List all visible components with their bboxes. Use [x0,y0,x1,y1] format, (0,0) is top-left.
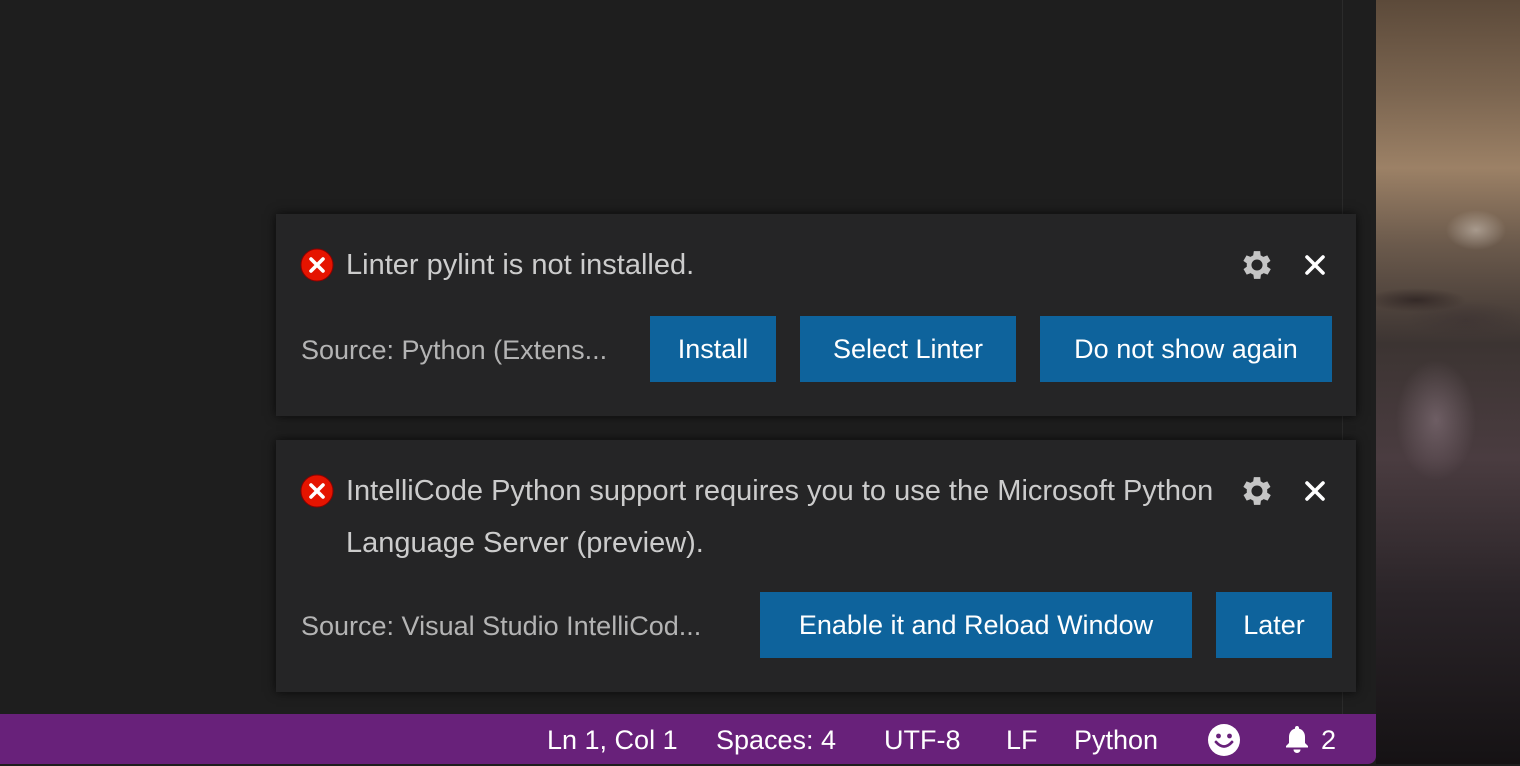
notification-message: Linter pylint is not installed. [346,249,695,281]
install-button[interactable]: Install [650,316,776,382]
gear-icon[interactable] [1238,472,1276,510]
error-icon [300,474,334,508]
notification-toast-intellicode: IntelliCode Python support requires you … [276,440,1356,692]
notification-message: IntelliCode Python support requires you … [346,475,1214,559]
end-of-line-sequence[interactable]: LF [1006,714,1038,764]
desktop-wallpaper [1376,0,1520,764]
indentation-setting[interactable]: Spaces: 4 [716,714,836,764]
do-not-show-again-button[interactable]: Do not show again [1040,316,1332,382]
notification-count: 2 [1321,725,1337,755]
select-linter-button[interactable]: Select Linter [800,316,1016,382]
file-encoding[interactable]: UTF-8 [884,714,961,764]
close-icon[interactable] [1298,474,1332,508]
gear-icon[interactable] [1238,246,1276,284]
notification-source: Source: Python (Extens... [301,335,608,365]
bell-icon [1286,726,1308,753]
status-bar: Ln 1, Col 1 Spaces: 4 UTF-8 LF Python 2 [0,714,1376,764]
smiley-icon[interactable] [1207,723,1241,757]
later-button[interactable]: Later [1216,592,1332,658]
close-icon[interactable] [1298,248,1332,282]
enable-and-reload-button[interactable]: Enable it and Reload Window [760,592,1192,658]
error-icon [300,248,334,282]
cursor-position[interactable]: Ln 1, Col 1 [547,714,678,764]
notification-source: Source: Visual Studio IntelliCod... [301,611,702,641]
language-mode[interactable]: Python [1074,714,1158,764]
notification-toast-linter: Linter pylint is not installed. Source: … [276,214,1356,416]
notifications-button[interactable]: 2 [1281,714,1341,764]
